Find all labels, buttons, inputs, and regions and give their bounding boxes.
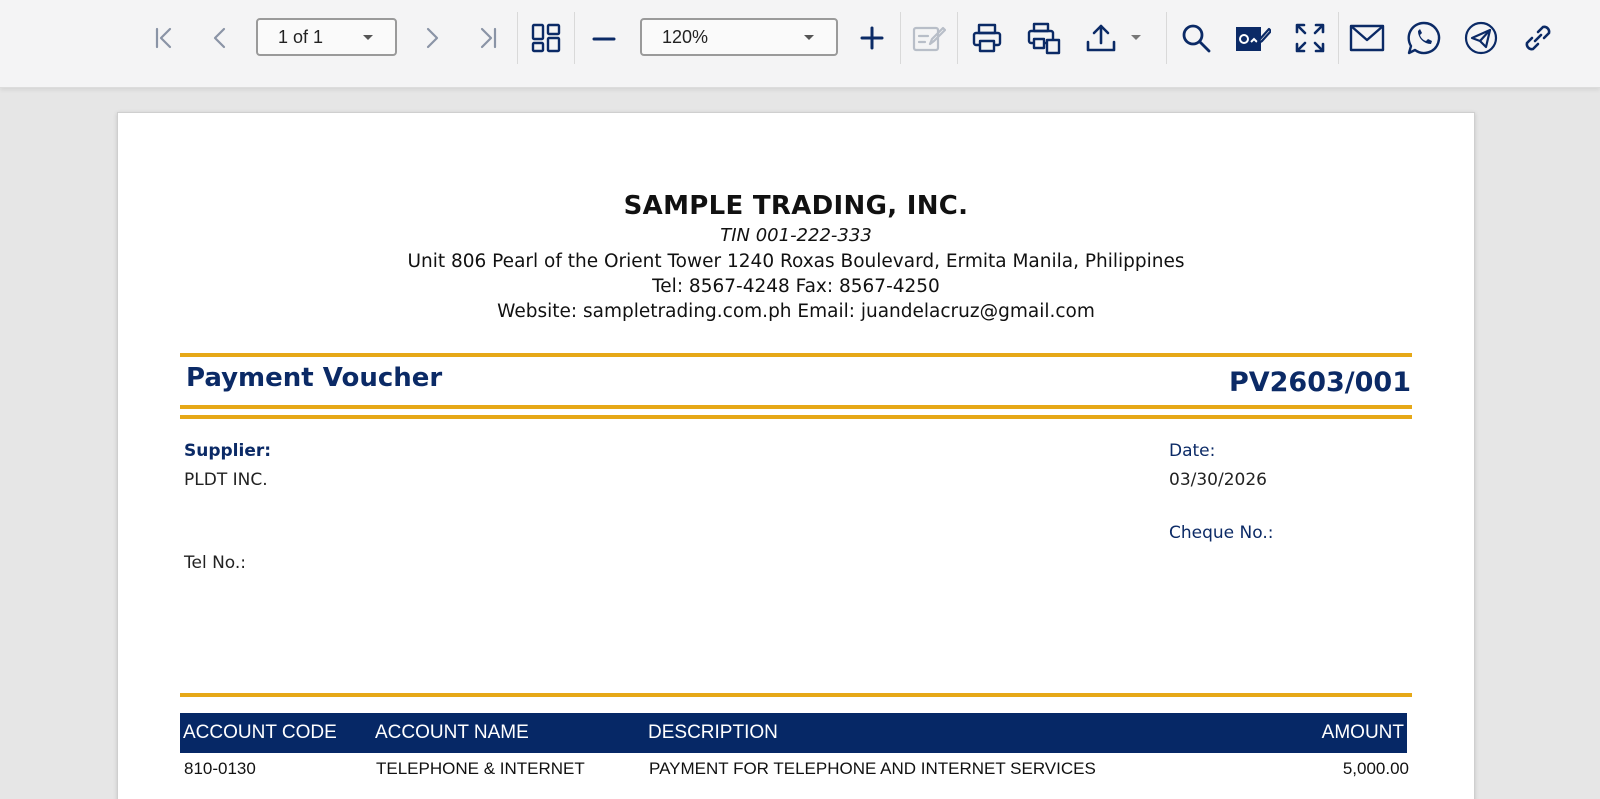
export-icon — [1085, 22, 1117, 54]
last-page-icon — [475, 25, 501, 51]
zoom-in-icon — [859, 25, 885, 51]
next-page-icon — [419, 25, 445, 51]
company-web-email: Website: sampletrading.com.ph Email: jua… — [497, 301, 1095, 322]
column-header-account-name: ACCOUNT NAME — [375, 722, 529, 743]
company-address: Unit 806 Pearl of the Orient Tower 1240 … — [407, 251, 1185, 272]
zoom-level: 120% — [662, 26, 709, 47]
telegram-button[interactable] — [1461, 18, 1501, 58]
first-page-icon — [151, 25, 177, 51]
fullscreen-icon — [1294, 22, 1326, 54]
column-header-description: DESCRIPTION — [648, 722, 778, 743]
chevron-down-icon — [804, 35, 814, 40]
cheque-label: Cheque No.: — [1169, 523, 1274, 543]
company-phones: Tel: 8567-4248 Fax: 8567-4250 — [652, 276, 940, 297]
voucher-number: PV2603/001 — [1228, 367, 1411, 398]
date-value: 03/30/2026 — [1169, 470, 1267, 490]
sign-icon — [1235, 22, 1271, 54]
telegram-icon — [1463, 20, 1499, 56]
export-button[interactable] — [1081, 18, 1121, 58]
search-button[interactable] — [1176, 18, 1216, 58]
zoom-out-icon — [591, 25, 617, 51]
print-button[interactable] — [967, 18, 1007, 58]
table-header: ACCOUNT CODE ACCOUNT NAME DESCRIPTION AM… — [180, 713, 1407, 753]
thumbnails-button[interactable] — [526, 18, 566, 58]
divider-line — [180, 405, 1412, 409]
email-button[interactable] — [1347, 18, 1387, 58]
next-page-button[interactable] — [412, 18, 452, 58]
supplier-label: Supplier: — [184, 441, 272, 461]
page-selector[interactable]: 1 of 1 — [256, 18, 397, 56]
divider-line — [180, 693, 1412, 697]
toolbar-separator — [957, 12, 958, 64]
zoom-out-button[interactable] — [584, 18, 624, 58]
last-page-button[interactable] — [468, 18, 508, 58]
supplier-name: PLDT INC. — [184, 470, 268, 490]
date-label: Date: — [1169, 441, 1216, 461]
edit-button[interactable] — [909, 18, 949, 58]
thumbnails-icon — [530, 22, 562, 54]
toolbar-separator — [1338, 12, 1339, 64]
copy-link-button[interactable] — [1518, 18, 1558, 58]
sign-button[interactable] — [1233, 18, 1273, 58]
print-layout-icon — [1027, 21, 1061, 55]
first-page-button[interactable] — [144, 18, 184, 58]
cell-account-code: 810-0130 — [184, 759, 256, 778]
export-dropdown-button[interactable] — [1126, 18, 1146, 58]
toolbar-separator — [574, 12, 575, 64]
previous-page-button[interactable] — [200, 18, 240, 58]
toolbar-separator — [1166, 12, 1167, 64]
edit-icon — [912, 22, 946, 54]
column-header-account-code: ACCOUNT CODE — [183, 722, 337, 743]
divider-line — [180, 353, 1412, 357]
document-page: SAMPLE TRADING, INC. TIN 001-222-333 Uni… — [117, 112, 1475, 799]
voucher-title: Payment Voucher — [186, 363, 443, 393]
zoom-selector[interactable]: 120% — [640, 18, 838, 56]
whatsapp-button[interactable] — [1404, 18, 1444, 58]
chevron-down-icon — [363, 35, 373, 40]
print-icon — [971, 22, 1003, 54]
zoom-in-button[interactable] — [852, 18, 892, 58]
page-indicator: 1 of 1 — [278, 26, 324, 47]
chevron-down-icon — [1130, 34, 1142, 42]
cell-account-name: TELEPHONE & INTERNET — [376, 759, 585, 778]
search-icon — [1180, 22, 1212, 54]
whatsapp-icon — [1406, 20, 1442, 56]
print-layout-button[interactable] — [1024, 18, 1064, 58]
toolbar-separator — [900, 12, 901, 64]
previous-page-icon — [207, 25, 233, 51]
tel-label: Tel No.: — [184, 553, 247, 573]
fullscreen-button[interactable] — [1290, 18, 1330, 58]
company-tin: TIN 001-222-333 — [720, 225, 872, 246]
cell-amount: 5,000.00 — [1342, 759, 1409, 778]
email-icon — [1349, 24, 1385, 52]
toolbar-separator — [517, 12, 518, 64]
cell-description: PAYMENT FOR TELEPHONE AND INTERNET SERVI… — [649, 759, 1096, 778]
pdf-viewer-toolbar: 1 of 1 120% — [0, 0, 1600, 88]
divider-line — [180, 415, 1412, 419]
company-name: SAMPLE TRADING, INC. — [623, 191, 969, 221]
link-icon — [1521, 21, 1555, 55]
column-header-amount: AMOUNT — [1321, 722, 1404, 743]
